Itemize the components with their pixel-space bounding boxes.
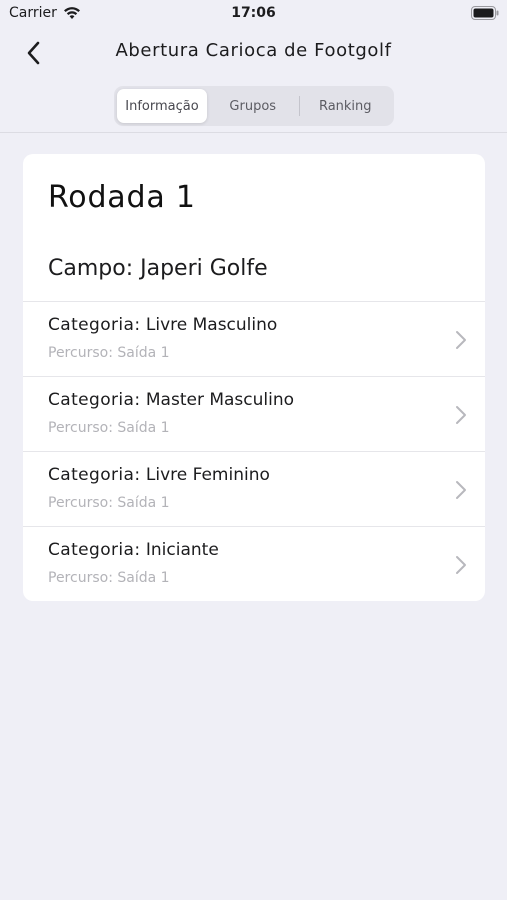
course-label: Campo: Japeri Golfe	[48, 256, 268, 281]
chevron-right-icon	[456, 481, 466, 499]
segmented-control: Informação Grupos Ranking	[114, 86, 394, 126]
route-key: Percurso:	[48, 495, 113, 511]
tab-label: Grupos	[229, 98, 277, 114]
category-line: Categoria: Livre Feminino	[48, 465, 270, 485]
page-title: Abertura Carioca de Footgolf	[115, 40, 392, 61]
chevron-right-icon	[456, 556, 466, 574]
status-bar: Carrier 17:06	[0, 0, 507, 28]
header-divider	[0, 132, 507, 133]
chevron-right-icon	[456, 406, 466, 424]
category-row-iniciante[interactable]: Categoria: Iniciante Percurso: Saída 1	[23, 526, 485, 601]
round-title: Rodada 1	[48, 180, 196, 215]
category-line: Categoria: Livre Masculino	[48, 315, 277, 335]
battery-icon	[471, 6, 499, 20]
route-value: Saída 1	[117, 345, 170, 361]
category-key: Categoria:	[48, 390, 141, 410]
back-button[interactable]	[18, 36, 48, 70]
route-line: Percurso: Saída 1	[48, 345, 170, 361]
category-key: Categoria:	[48, 315, 141, 335]
category-line: Categoria: Iniciante	[48, 540, 219, 560]
course-key: Campo:	[48, 256, 134, 281]
tab-informacao[interactable]: Informação	[117, 89, 207, 123]
chevron-left-icon	[27, 41, 40, 65]
category-value: Iniciante	[145, 540, 219, 560]
course-value: Japeri Golfe	[140, 256, 268, 281]
route-key: Percurso:	[48, 420, 113, 436]
category-list: Categoria: Livre Masculino Percurso: Saí…	[23, 301, 485, 601]
category-key: Categoria:	[48, 540, 141, 560]
category-row-livre-masculino[interactable]: Categoria: Livre Masculino Percurso: Saí…	[23, 301, 485, 376]
route-value: Saída 1	[117, 495, 170, 511]
route-key: Percurso:	[48, 570, 113, 586]
category-value: Livre Feminino	[145, 465, 270, 485]
category-row-livre-feminino[interactable]: Categoria: Livre Feminino Percurso: Saíd…	[23, 451, 485, 526]
tab-ranking[interactable]: Ranking	[300, 89, 392, 123]
category-line: Categoria: Master Masculino	[48, 390, 294, 410]
status-time: 17:06	[231, 5, 276, 21]
category-row-master-masculino[interactable]: Categoria: Master Masculino Percurso: Sa…	[23, 376, 485, 451]
tab-label: Ranking	[318, 98, 372, 114]
category-value: Livre Masculino	[145, 315, 278, 335]
route-value: Saída 1	[117, 420, 170, 436]
route-key: Percurso:	[48, 345, 113, 361]
tab-grupos[interactable]: Grupos	[207, 89, 299, 123]
round-card: Rodada 1 Campo: Japeri Golfe Categoria: …	[23, 154, 485, 601]
chevron-right-icon	[456, 331, 466, 349]
route-line: Percurso: Saída 1	[48, 495, 170, 511]
tab-label: Informação	[125, 98, 199, 114]
navigation-bar: Abertura Carioca de Footgolf	[0, 28, 507, 78]
route-line: Percurso: Saída 1	[48, 420, 170, 436]
route-line: Percurso: Saída 1	[48, 570, 170, 586]
category-key: Categoria:	[48, 465, 141, 485]
route-value: Saída 1	[117, 570, 170, 586]
category-value: Master Masculino	[145, 390, 295, 410]
